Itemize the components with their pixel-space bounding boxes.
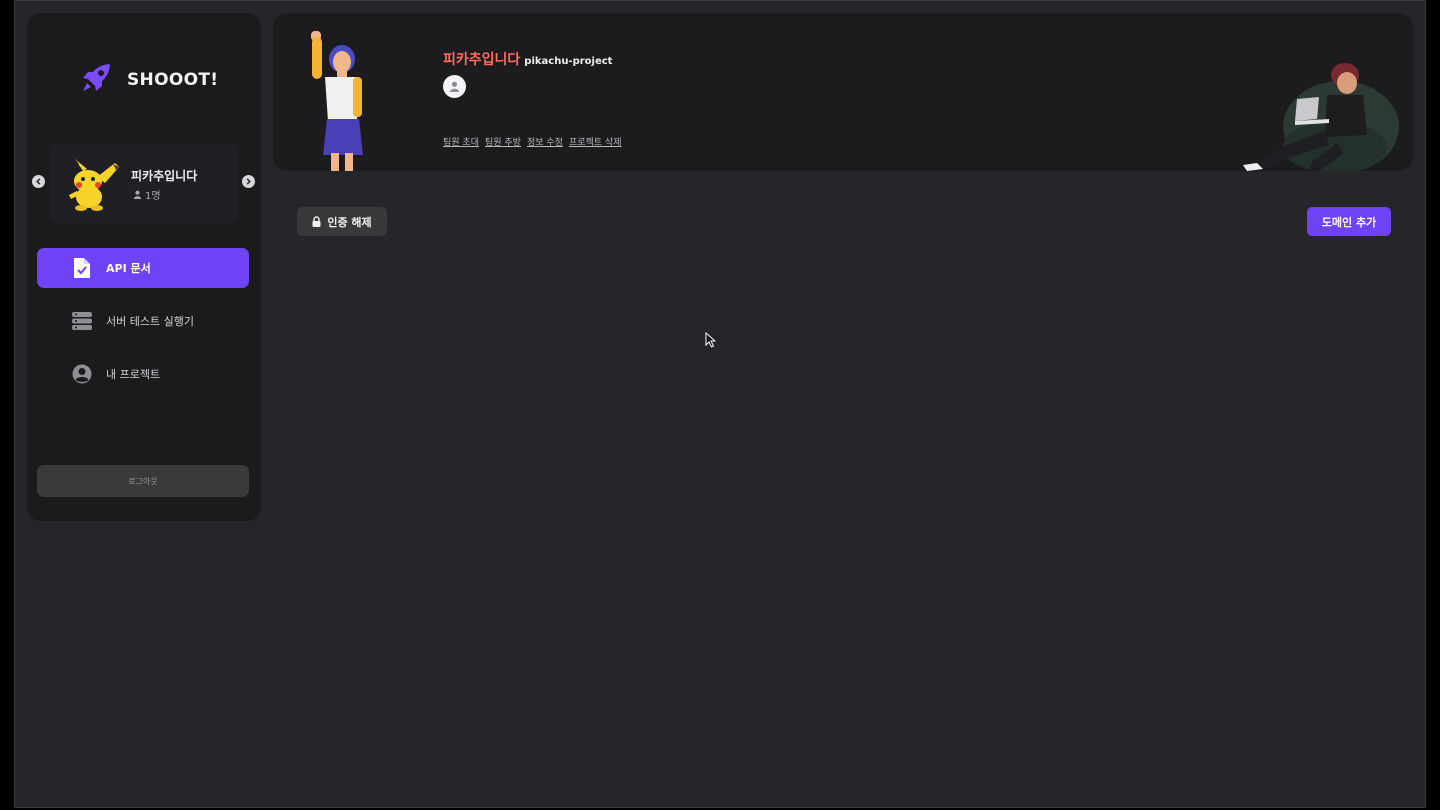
user-circle-icon bbox=[71, 363, 93, 385]
member-avatar[interactable] bbox=[443, 75, 466, 98]
person-icon bbox=[133, 190, 142, 199]
nav-label: 내 프로젝트 bbox=[106, 368, 161, 381]
logout-button[interactable]: 로그아웃 bbox=[37, 465, 249, 497]
project-name: 피카추입니다 bbox=[443, 52, 521, 68]
chevron-left-icon bbox=[36, 178, 41, 185]
lock-icon bbox=[312, 216, 321, 227]
pikachu-avatar bbox=[61, 159, 123, 215]
mouse-cursor-icon bbox=[705, 331, 717, 352]
nav-item-api-docs[interactable]: API 문서 bbox=[37, 248, 249, 288]
document-check-icon bbox=[71, 257, 93, 279]
nav-label: 서버 테스트 실행기 bbox=[106, 315, 194, 328]
project-header: 피카추입니다 pikachu-project 팀원 초대 팀원 추방 정보 수정… bbox=[273, 13, 1413, 171]
nav-item-server-test[interactable]: 서버 테스트 실행기 bbox=[37, 301, 249, 341]
project-card[interactable]: 피카추입니다 1명 bbox=[49, 143, 239, 223]
prev-project-button[interactable] bbox=[32, 175, 45, 188]
nav-item-my-projects[interactable]: 내 프로젝트 bbox=[37, 354, 249, 394]
app-window: SHOOOT! 피카추입니다 1명 API 문서 서버 테스트 실행기 내 프로… bbox=[14, 0, 1426, 808]
project-actions: 팀원 초대 팀원 추방 정보 수정 프로젝트 삭제 bbox=[443, 135, 622, 148]
brand-name: SHOOOT! bbox=[127, 70, 219, 90]
unlock-auth-label: 인증 해제 bbox=[327, 215, 372, 229]
unlock-auth-button[interactable]: 인증 해제 bbox=[297, 207, 387, 236]
remove-member-link[interactable]: 팀원 추방 bbox=[485, 135, 521, 148]
project-card-members: 1명 bbox=[133, 187, 161, 202]
woman-illustration bbox=[301, 29, 371, 171]
man-laptop-illustration bbox=[1217, 61, 1403, 171]
add-domain-button[interactable]: 도메인 추가 bbox=[1307, 207, 1391, 236]
brand[interactable]: SHOOOT! bbox=[79, 61, 218, 99]
edit-info-link[interactable]: 정보 수정 bbox=[527, 135, 563, 148]
server-stack-icon bbox=[71, 310, 93, 332]
project-title: 피카추입니다 pikachu-project bbox=[443, 49, 612, 69]
project-info: 피카추입니다 pikachu-project bbox=[443, 49, 612, 98]
next-project-button[interactable] bbox=[242, 175, 255, 188]
sidebar: SHOOOT! 피카추입니다 1명 API 문서 서버 테스트 실행기 내 프로… bbox=[27, 13, 261, 521]
delete-project-link[interactable]: 프로젝트 삭제 bbox=[569, 135, 622, 148]
project-card-name: 피카추입니다 bbox=[131, 169, 198, 183]
invite-member-link[interactable]: 팀원 초대 bbox=[443, 135, 479, 148]
chevron-right-icon bbox=[246, 178, 251, 185]
member-count: 1명 bbox=[145, 191, 161, 202]
nav-label: API 문서 bbox=[106, 262, 151, 275]
person-icon bbox=[450, 81, 459, 92]
rocket-icon bbox=[79, 61, 113, 99]
project-slug: pikachu-project bbox=[524, 56, 613, 67]
